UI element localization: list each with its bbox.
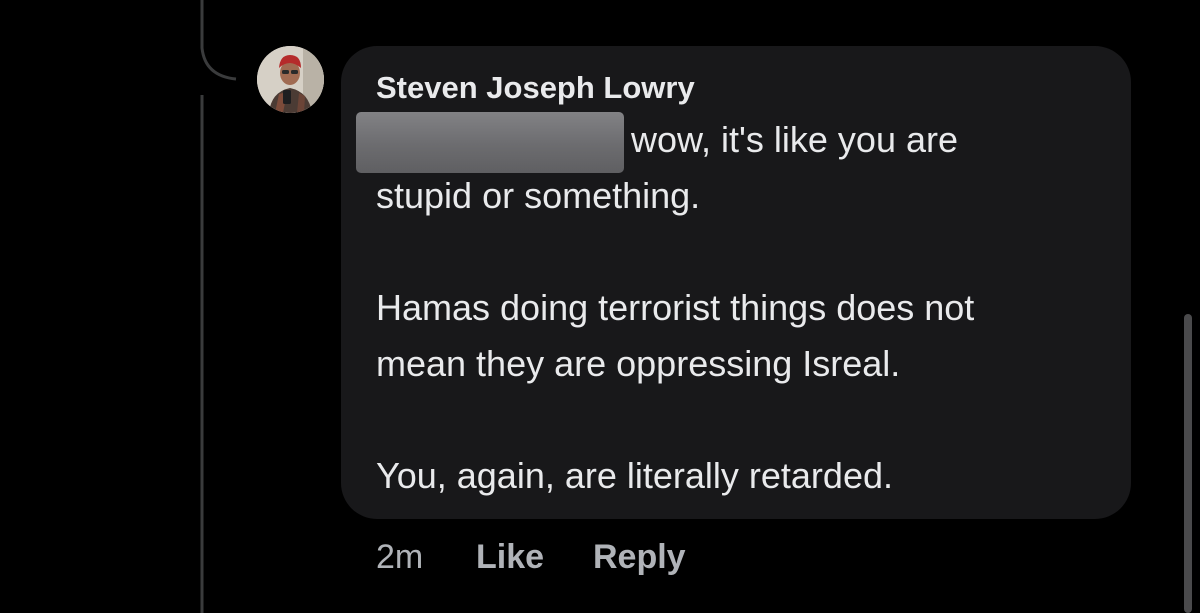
scrollbar-thumb[interactable] — [1184, 314, 1192, 613]
profile-photo-icon — [257, 46, 324, 113]
thread-connector — [200, 0, 237, 613]
like-button[interactable]: Like — [476, 537, 544, 577]
avatar[interactable] — [257, 46, 324, 113]
comment-thread: Steven Joseph Lowry wow, it's like you a… — [0, 0, 1200, 613]
comment-text-line: Hamas doing terrorist things does not — [376, 287, 975, 328]
redacted-mention — [356, 112, 624, 173]
comment-text-line: You, again, are literally retarded. — [376, 455, 893, 496]
comment-text-line: wow, it's like you are — [631, 119, 959, 160]
comment-text-line: stupid or something. — [376, 175, 701, 216]
comment-timestamp[interactable]: 2m — [376, 537, 423, 577]
comment-author[interactable]: Steven Joseph Lowry — [376, 70, 695, 106]
reply-button[interactable]: Reply — [593, 537, 686, 577]
comment-text-line: mean they are oppressing Isreal. — [376, 343, 901, 384]
cropped-top-element — [600, 0, 690, 6]
